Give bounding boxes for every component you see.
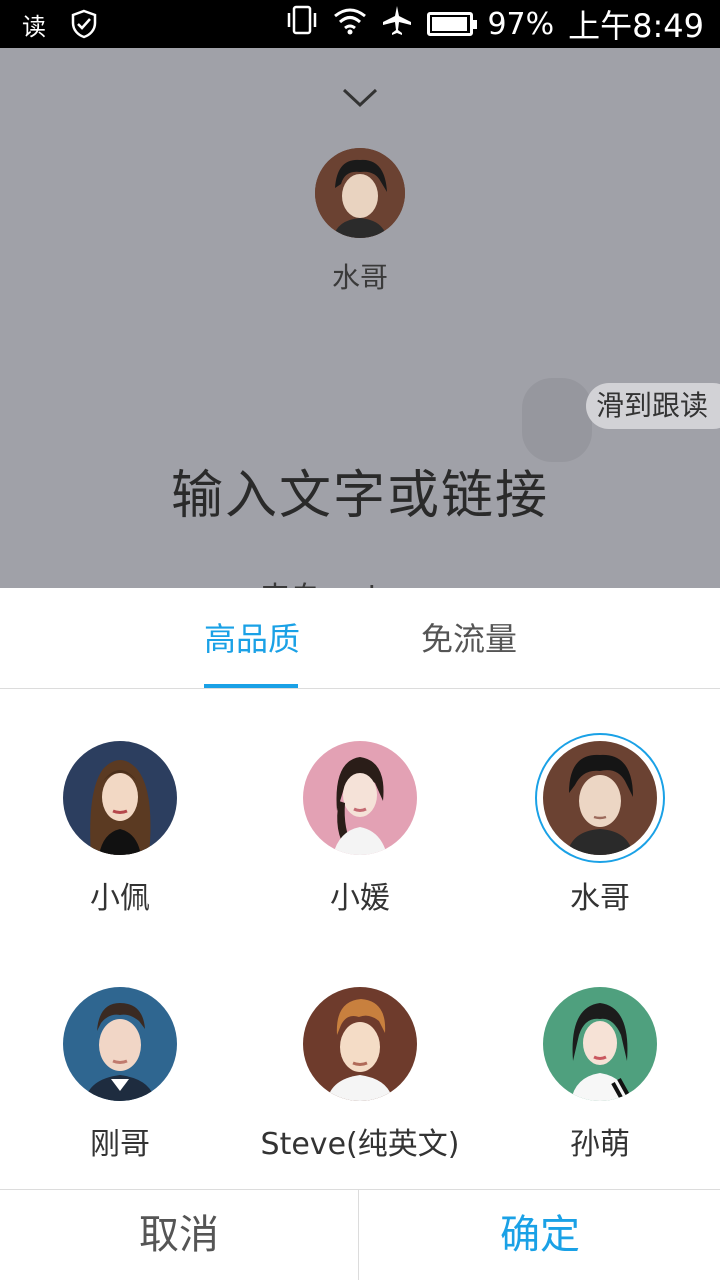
slide-to-follow-read-hint[interactable]: 滑到跟读 <box>586 383 720 429</box>
voice-option-xiaoyuan[interactable]: 小媛 <box>240 728 480 928</box>
avatar <box>543 987 657 1101</box>
avatar <box>303 741 417 855</box>
voice-option-xiaopei[interactable]: 小佩 <box>0 728 240 928</box>
voice-name: 小媛 <box>330 881 390 916</box>
follow-read-handle[interactable] <box>522 378 592 462</box>
voice-name: 小佩 <box>90 881 150 916</box>
battery-icon <box>427 12 478 36</box>
player-background: 水哥 滑到跟读 输入文字或链接 来自 ... i <box>0 48 720 588</box>
reader-icon: 读 <box>22 12 46 41</box>
avatar <box>63 987 177 1101</box>
voice-option-steve[interactable]: Steve(纯英文) <box>240 974 480 1174</box>
voice-picker-sheet: 高品质 免流量 小佩 小媛 水哥 刚哥 Steve(纯英文) 孙萌 取消 确定 <box>0 588 720 1280</box>
battery-percent: 97% <box>487 6 555 42</box>
voice-name: 刚哥 <box>90 1127 150 1162</box>
avatar <box>543 741 657 855</box>
avatar <box>303 987 417 1101</box>
confirm-button[interactable]: 确定 <box>360 1190 720 1280</box>
voice-option-shuige[interactable]: 水哥 <box>480 728 720 928</box>
vibrate-icon <box>285 5 319 43</box>
active-tab-indicator <box>204 684 298 688</box>
avatar <box>63 741 177 855</box>
wifi-icon <box>333 5 367 43</box>
quality-tabs: 高品质 免流量 <box>0 588 720 689</box>
source-text: 来自 ... i <box>260 573 376 588</box>
cancel-button[interactable]: 取消 <box>0 1190 359 1280</box>
tab-data-free[interactable]: 免流量 <box>421 614 517 660</box>
tab-high-quality[interactable]: 高品质 <box>204 614 300 660</box>
current-voice-name: 水哥 <box>331 261 388 294</box>
status-right: 97% 上午8:49 <box>285 0 704 48</box>
voice-name: 水哥 <box>570 881 630 916</box>
shield-icon <box>70 0 98 48</box>
current-voice-avatar <box>315 148 405 238</box>
status-bar: 读 97% 上午8:49 <box>0 0 720 48</box>
clock: 上午8:49 <box>568 7 704 45</box>
input-text-prompt[interactable]: 输入文字或链接 <box>0 453 720 528</box>
voice-option-sunmeng[interactable]: 孙萌 <box>480 974 720 1174</box>
voice-name: Steve(纯英文) <box>260 1127 460 1162</box>
chevron-down-icon[interactable] <box>342 86 378 110</box>
dialog-actions: 取消 确定 <box>0 1189 720 1280</box>
airplane-icon <box>381 4 413 44</box>
voice-name: 孙萌 <box>570 1127 630 1162</box>
voice-option-gangge[interactable]: 刚哥 <box>0 974 240 1174</box>
